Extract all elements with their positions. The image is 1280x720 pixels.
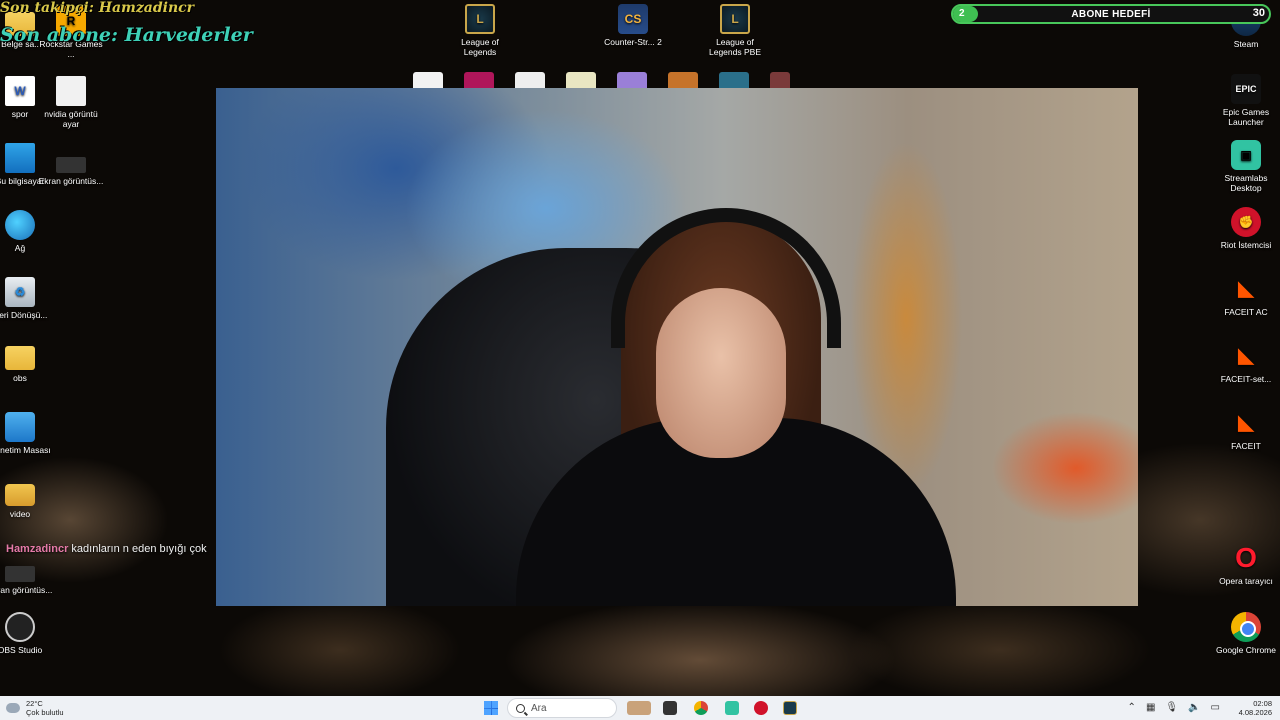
desktop-icon-obs-folder[interactable]: obs [0,340,55,383]
start-button[interactable] [484,701,498,715]
league-icon: L [720,4,750,34]
desktop-icon-ekran-goruntusu[interactable]: Ekran görüntüs... [0,552,55,595]
desktop-icon-faceit[interactable]: ◣ FACEIT [1211,408,1280,451]
screenshot-icon [5,566,35,582]
battery-icon[interactable]: ▭ [1211,702,1220,713]
goal-current-count: 2 [959,8,965,19]
epic-games-icon: EPIC [1231,74,1261,104]
weather-widget[interactable]: 22°C Çok bulutlu [6,699,64,717]
cloud-icon [6,703,20,713]
desktop-icon-riot[interactable]: ✊ Riot İstemcisi [1211,207,1280,250]
desktop-icon-counter-strike[interactable]: CS Counter-Str... 2 [598,4,668,47]
goal-target-count: 30 [1252,7,1265,19]
taskbar-clock[interactable]: 02:08 4.08.2026 [1239,699,1272,717]
folder-icon [5,346,35,370]
desktop-icon-epic-games[interactable]: EPIC Epic Games Launcher [1211,74,1280,127]
counter-strike-icon: CS [618,4,648,34]
network-icon [5,210,35,240]
league-icon: L [465,4,495,34]
obs-icon [5,612,35,642]
desktop-icon-opera[interactable]: O Opera tarayıcı [1211,542,1280,587]
clock-time: 02:08 [1253,699,1272,708]
search-placeholder: Ara [531,702,547,714]
network-tray-icon[interactable]: ▦ [1146,702,1155,713]
video-folder-icon [5,484,35,506]
taskbar-riot-icon[interactable] [754,701,768,715]
taskbar-streamlabs-icon[interactable] [725,701,739,715]
goal-title: ABONE HEDEFİ [1071,8,1151,20]
riot-icon: ✊ [1231,207,1261,237]
desktop-icon-denetim-masasi[interactable]: Denetim Masası [0,412,55,455]
desktop-icon-league-of-legends[interactable]: L League of Legends [445,4,515,57]
search-icon [516,703,525,713]
faceit-icon: ◣ [1238,412,1254,434]
faceit-ac-icon: ◣ [1238,278,1254,300]
monitor-icon [5,143,35,173]
clock-date: 4.08.2026 [1238,708,1272,717]
recycle-bin-icon: ♻ [5,277,35,307]
desktop-icon-chrome[interactable]: Google Chrome [1211,612,1280,655]
taskbar: 22°C Çok bulutlu Ara ⌃ ▦ 🎙 🔈 ▭ 02:08 4.0… [0,696,1280,720]
desktop-icon-video[interactable]: video [0,476,55,519]
desktop-icon-obs-studio[interactable]: OBS Studio [0,612,55,655]
chrome-icon [1231,612,1261,642]
opera-icon: O [1235,542,1257,573]
headset [611,208,841,348]
speaker-icon[interactable]: 🔈 [1188,702,1200,713]
taskbar-chrome-icon[interactable] [694,701,708,715]
weather-temperature: 22°C [26,699,43,708]
search-box[interactable]: Ara [507,698,617,718]
taskbar-league-icon[interactable] [783,701,797,715]
system-tray[interactable]: ⌃ ▦ 🎙 🔈 ▭ [1128,702,1220,713]
chat-text: kadınların n eden bıyığı çok [71,543,207,555]
chat-message: Hamzadincr kadınların n eden bıyığı çok [6,543,207,555]
control-panel-icon [5,412,35,442]
desktop-icon-geri-donusum[interactable]: ♻ Geri Dönüşü... [0,277,55,320]
streamlabs-icon: ▣ [1231,140,1261,170]
desktop-icon-nvidia[interactable]: nvidia görüntü ayar [36,76,106,129]
desktop-icon-streamlabs[interactable]: ▣ Streamlabs Desktop [1211,140,1280,193]
subscriber-goal-bar: 2 ABONE HEDEFİ 30 [951,4,1271,24]
chevron-up-icon[interactable]: ⌃ [1128,702,1136,713]
taskbar-file-explorer-icon[interactable] [663,701,677,715]
desktop-icon-faceit-setup[interactable]: ◣ FACEIT-set... [1211,341,1280,384]
taskbar-app-widget[interactable] [627,701,651,715]
desktop-icon-ekran-goruntusu-2[interactable]: Ekran görüntüs... [36,143,106,186]
screenshot-icon [56,157,86,173]
chat-username: Hamzadincr [6,543,69,555]
microphone-icon[interactable]: 🎙 [1165,702,1178,713]
faceit-icon: ◣ [1238,345,1254,367]
weather-description: Çok bulutlu [26,708,64,717]
webcam-feed [216,88,1138,606]
desktop-icon-ag[interactable]: Ağ [0,210,55,253]
desktop-icon-faceit-ac[interactable]: ◣ FACEIT AC [1211,274,1280,317]
goal-progress-fill [953,6,979,22]
word-doc-icon: W [5,76,35,106]
last-follower-label: Son takipçi: Hamzadincr [0,0,195,16]
desktop-icon-league-pbe[interactable]: L League of Legends PBE [700,4,770,57]
document-icon [56,76,86,106]
last-subscriber-label: Son abone: Harvederler [0,24,253,46]
